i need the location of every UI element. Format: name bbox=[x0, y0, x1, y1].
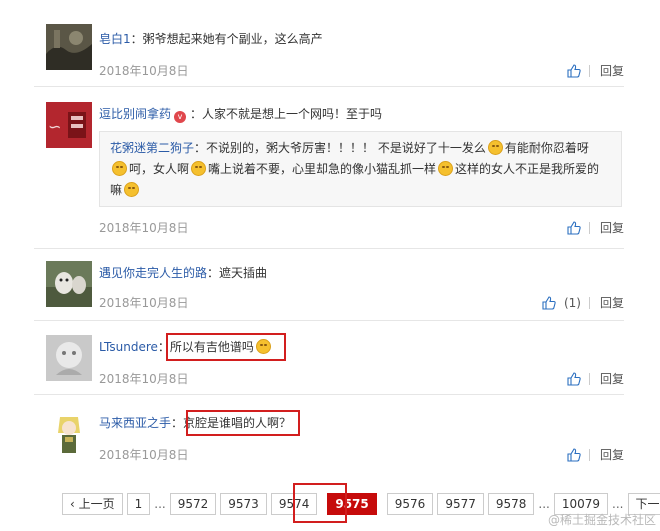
smiley-emoji-icon bbox=[438, 161, 454, 176]
comment-date: 2018年10月8日 bbox=[99, 64, 189, 78]
comment-text: 人家不就是想上一个网吗！至于吗 bbox=[202, 107, 383, 121]
quoted-text-part: 有能耐你忍着呀 bbox=[504, 141, 589, 155]
svg-text:∽: ∽ bbox=[48, 117, 61, 136]
user-avatar[interactable] bbox=[46, 335, 92, 381]
pagination-ellipsis: ... bbox=[154, 497, 166, 511]
smiley-emoji-icon bbox=[124, 182, 140, 197]
comment-content: 马来西亚之手：京腔是谁唱的人啊？ bbox=[99, 414, 624, 432]
reply-link[interactable]: 回复 bbox=[600, 62, 624, 79]
quoted-text-part: 不说别的，粥大爷厉害！！！！ 不是说好了十一发么 bbox=[206, 141, 486, 155]
user-avatar[interactable] bbox=[46, 261, 92, 307]
thumbs-up-icon[interactable] bbox=[542, 295, 556, 310]
user-avatar[interactable] bbox=[46, 411, 92, 457]
comment-content: 逗比别闹拿药 v ：人家不就是想上一个网吗！至于吗 bbox=[99, 105, 624, 123]
comment-item: 皂白1：粥爷想起来她有个副业，这么高产 2018年10月8日 回复 bbox=[34, 24, 624, 87]
pagination-ellipsis: ... bbox=[538, 497, 550, 511]
thumbs-up-icon[interactable] bbox=[567, 220, 581, 235]
thumbs-up-icon[interactable] bbox=[567, 371, 581, 386]
comment-text: 粥爷想起来她有个副业，这么高产 bbox=[142, 32, 323, 46]
username-separator: ： bbox=[207, 266, 220, 280]
comment-date: 2018年10月8日 bbox=[99, 221, 189, 235]
action-divider bbox=[588, 448, 590, 461]
page-button[interactable]: 9576 bbox=[386, 493, 434, 515]
quoted-username-link[interactable]: 花粥迷第二狗子 bbox=[110, 141, 194, 155]
page-button[interactable]: 9578 bbox=[487, 493, 535, 515]
quoted-separator: ： bbox=[194, 141, 207, 155]
like-count: (1) bbox=[563, 295, 581, 310]
vip-badge-icon: v bbox=[174, 111, 187, 123]
smiley-emoji-icon bbox=[487, 140, 503, 155]
comment-actions: (1) 回复 bbox=[542, 294, 624, 311]
username-separator: ： bbox=[190, 107, 203, 121]
quoted-text-part: 呵，女人啊 bbox=[129, 162, 190, 176]
user-avatar[interactable] bbox=[46, 24, 92, 70]
username-link[interactable]: 逗比别闹拿药 bbox=[99, 107, 171, 121]
smiley-emoji-icon bbox=[112, 161, 127, 176]
pagination-ellipsis: ... bbox=[612, 497, 624, 511]
username-separator: ： bbox=[130, 32, 143, 46]
quoted-reply: 花粥迷第二狗子：不说别的，粥大爷厉害！！！！ 不是说好了十一发么 有能耐你忍着呀呵… bbox=[99, 131, 622, 207]
smiley-emoji-icon bbox=[191, 161, 207, 176]
watermark: @稀土掘金技术社区 bbox=[547, 513, 656, 527]
comment-actions: 回复 bbox=[567, 62, 624, 79]
comment-actions: 回复 bbox=[567, 219, 624, 236]
prev-page-button[interactable]: ‹ 上一页 bbox=[62, 493, 123, 515]
thumbs-up-icon[interactable] bbox=[567, 63, 581, 78]
comment-item: LTsundere：所以有吉他谱吗 2018年10月8日 回复 bbox=[34, 332, 624, 395]
page-button[interactable]: 9573 bbox=[220, 493, 267, 515]
username-separator: ： bbox=[171, 416, 184, 430]
page-first-button[interactable]: 1 bbox=[126, 493, 151, 515]
comment-date: 2018年10月8日 bbox=[99, 372, 189, 386]
reply-link[interactable]: 回复 bbox=[600, 446, 624, 463]
comment-actions: 回复 bbox=[567, 370, 624, 387]
username-link[interactable]: 皂白1 bbox=[99, 32, 131, 46]
highlight-box bbox=[293, 483, 347, 523]
action-divider bbox=[588, 64, 590, 77]
reply-link[interactable]: 回复 bbox=[600, 219, 624, 236]
highlight-box bbox=[166, 333, 286, 361]
reply-link[interactable]: 回复 bbox=[600, 294, 624, 311]
quoted-text-part: 嘴上说着不要，心里却急的像小猫乱抓一样 bbox=[208, 162, 437, 176]
thumbs-up-icon[interactable] bbox=[567, 447, 581, 462]
username-link[interactable]: 马来西亚之手 bbox=[99, 416, 171, 430]
comment-date: 2018年10月8日 bbox=[99, 448, 189, 462]
comment-item: 遇见你走完人生的路：遮天插曲 2018年10月8日 (1) 回复 bbox=[34, 258, 624, 321]
comment-content: 皂白1：粥爷想起来她有个副业，这么高产 bbox=[99, 30, 624, 48]
highlight-box bbox=[186, 410, 300, 436]
comment-item: 马来西亚之手：京腔是谁唱的人啊？ 2018年10月8日 回复 bbox=[34, 408, 624, 470]
action-divider bbox=[588, 221, 590, 234]
page-button[interactable]: 9577 bbox=[437, 493, 484, 515]
comment-item: ∽ 逗比别闹拿药 v ：人家不就是想上一个网吗！至于吗 花粥迷第二狗子：不说别的，粥… bbox=[34, 99, 624, 249]
user-avatar[interactable]: ∽ bbox=[46, 102, 92, 148]
username-link[interactable]: LTsundere bbox=[99, 340, 158, 354]
comment-content: 遇见你走完人生的路：遮天插曲 bbox=[99, 264, 624, 282]
comment-actions: 回复 bbox=[567, 446, 624, 463]
comment-page: 皂白1：粥爷想起来她有个副业，这么高产 2018年10月8日 回复 ∽ 逗比别闹… bbox=[0, 0, 660, 531]
username-link[interactable]: 遇见你走完人生的路 bbox=[99, 266, 207, 280]
action-divider bbox=[588, 296, 590, 309]
action-divider bbox=[588, 372, 590, 385]
comment-text: 遮天插曲 bbox=[219, 266, 268, 280]
page-button[interactable]: 9572 bbox=[169, 493, 217, 515]
reply-link[interactable]: 回复 bbox=[600, 370, 624, 387]
comment-date: 2018年10月8日 bbox=[99, 296, 189, 310]
